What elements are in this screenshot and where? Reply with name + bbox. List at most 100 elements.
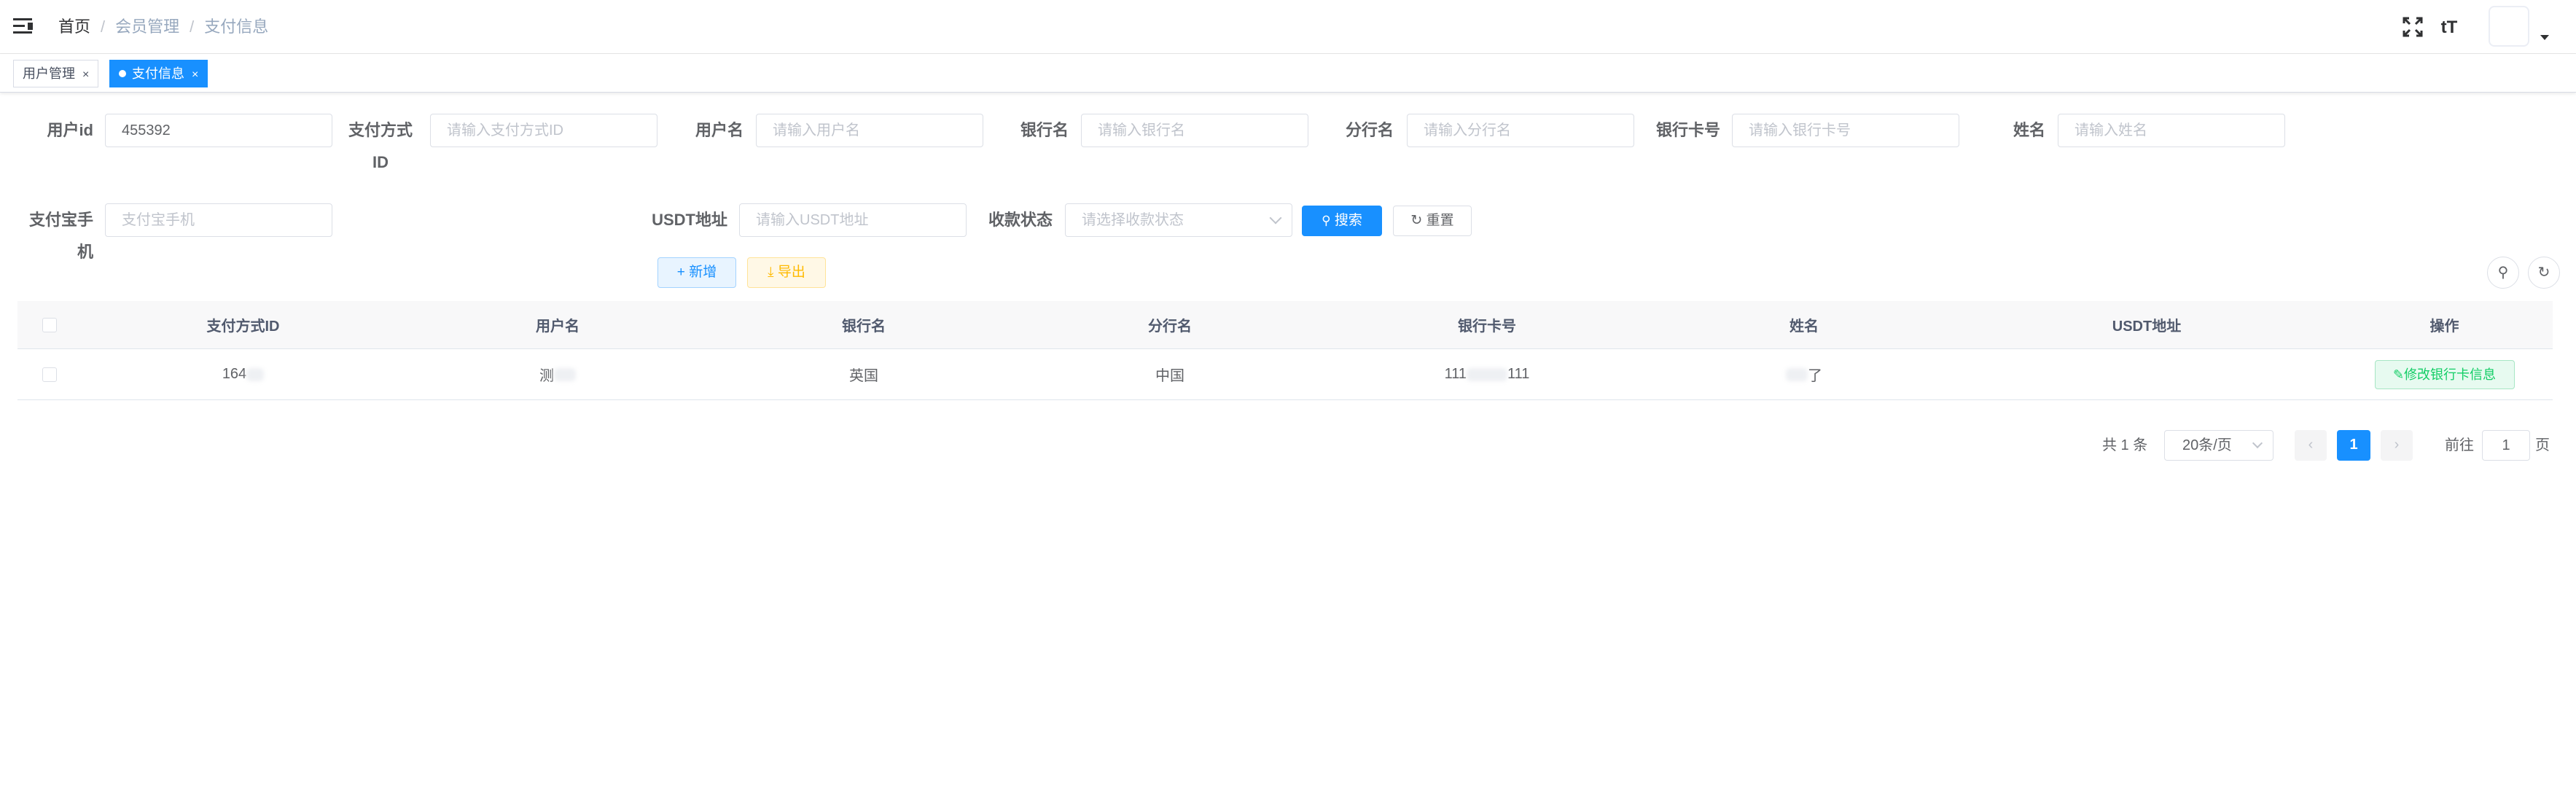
usdt-label: USDT地址	[652, 211, 727, 229]
page-number-1[interactable]: 1	[2337, 430, 2370, 461]
fullscreen-icon-graphic	[2403, 17, 2423, 37]
prev-page-button[interactable]: ‹	[2295, 430, 2327, 461]
cell-bank-card: 111 111	[1323, 349, 1651, 399]
tab-user-management[interactable]: 用户管理 ×	[13, 60, 99, 87]
search-button-label: 搜索	[1334, 213, 1362, 228]
refresh-icon: ↻	[1410, 213, 1423, 228]
alipay-label: 支付宝手 机	[15, 203, 93, 269]
pagination-total: 共 1 条	[2102, 437, 2148, 453]
chevron-down-icon	[1269, 211, 1282, 225]
font-size-icon-label: tT	[2440, 17, 2458, 37]
alipay-input[interactable]: 支付宝手机	[105, 203, 332, 237]
active-dot-icon	[119, 70, 126, 77]
tags-view: 用户管理 × 支付信息 ×	[0, 54, 2576, 93]
user-id-input[interactable]: 455392	[105, 114, 332, 147]
branch-name-input[interactable]: 请输入分行名	[1407, 114, 1634, 147]
plus-icon: +	[676, 265, 685, 280]
add-button[interactable]: + 新增	[657, 257, 736, 288]
real-name-value: 了	[1808, 368, 1822, 384]
bank-name-label: 银行名	[1020, 121, 1069, 139]
cell-action: ✎修改银行卡信息	[2336, 349, 2553, 399]
header-bank-card: 银行卡号	[1458, 319, 1516, 335]
pay-method-id-label-line1: 支付方式	[348, 121, 413, 139]
chevron-down-icon[interactable]	[2540, 35, 2549, 40]
username-input[interactable]: 请输入用户名	[756, 114, 983, 147]
row-checkbox-cell	[17, 349, 82, 399]
search-toggle-button[interactable]: ⚲	[2487, 257, 2519, 289]
select-all-checkbox[interactable]	[42, 317, 57, 332]
bank-name-input[interactable]: 请输入银行名	[1081, 114, 1308, 147]
page-size-select[interactable]: 20条/页	[2164, 430, 2273, 461]
breadcrumb-member-management[interactable]: 会员管理	[115, 17, 179, 36]
cell-real-name: 了	[1651, 349, 1957, 399]
navbar: 首页 / 会员管理 / 支付信息 tT	[0, 0, 2576, 54]
avatar[interactable]	[2489, 6, 2529, 47]
download-icon: ⤓	[768, 265, 774, 280]
fullscreen-icon[interactable]	[2401, 16, 2424, 39]
reset-button-label: 重置	[1426, 213, 1454, 228]
edit-bank-card-button[interactable]: ✎修改银行卡信息	[2374, 359, 2515, 389]
collect-status-placeholder: 请选择收款状态	[1082, 212, 1184, 228]
collect-status-label: 收款状态	[988, 211, 1053, 229]
redacted-mark	[554, 367, 576, 381]
next-page-button[interactable]: ›	[2381, 430, 2413, 461]
chevron-down-icon	[2252, 437, 2263, 449]
goto-suffix: 页	[2535, 437, 2550, 453]
export-button[interactable]: ⤓ 导出	[747, 257, 826, 288]
close-icon[interactable]: ×	[192, 69, 198, 81]
right-menu: tT	[2401, 6, 2554, 50]
search-button[interactable]: ⚲ 搜索	[1302, 206, 1382, 236]
pay-method-id-input[interactable]: 请输入支付方式ID	[430, 114, 657, 147]
redacted-mark	[1467, 367, 1507, 381]
row-checkbox[interactable]	[42, 367, 57, 382]
alipay-label-line2: 机	[77, 243, 93, 261]
goto-prefix: 前往	[2445, 437, 2474, 453]
bank-card-suffix: 111	[1507, 366, 1530, 382]
header-real-name: 姓名	[1789, 319, 1819, 335]
close-icon[interactable]: ×	[82, 69, 89, 81]
cell-username: 测	[405, 349, 711, 399]
header-branch-name: 分行名	[1148, 319, 1192, 335]
cell-bank-name: 英国	[849, 368, 878, 384]
edit-icon: ✎	[2392, 367, 2405, 382]
redacted-mark	[246, 367, 265, 381]
pay-method-id-value: 164	[222, 366, 247, 382]
user-id-label: 用户id	[47, 121, 93, 139]
header-bank-name: 银行名	[842, 319, 886, 335]
branch-name-label: 分行名	[1345, 121, 1394, 139]
table-row: 164 测 英国 中国 111 111 了 ✎修改银行卡信息	[17, 349, 2553, 400]
tab-payment-info[interactable]: 支付信息 ×	[109, 60, 208, 87]
add-button-label: 新增	[689, 265, 717, 280]
breadcrumb-payment-info: 支付信息	[204, 17, 269, 36]
cell-usdt	[1957, 349, 2336, 399]
tab-label: 用户管理	[23, 66, 75, 81]
font-size-icon[interactable]: tT	[2438, 16, 2461, 39]
hamburger-menu-icon[interactable]	[13, 16, 35, 36]
bank-card-prefix: 111	[1444, 366, 1467, 382]
export-button-label: 导出	[777, 265, 805, 280]
breadcrumb: 首页 / 会员管理 / 支付信息	[58, 16, 268, 38]
bank-card-input[interactable]: 请输入银行卡号	[1732, 114, 1959, 147]
usdt-input[interactable]: 请输入USDT地址	[739, 203, 967, 237]
cell-pay-method-id: 164	[82, 349, 405, 399]
search-icon: ⚲	[2497, 265, 2509, 281]
username-label: 用户名	[695, 121, 743, 139]
breadcrumb-home[interactable]: 首页	[58, 17, 90, 36]
header-action: 操作	[2429, 319, 2459, 335]
alipay-label-line1: 支付宝手	[28, 211, 93, 229]
header-username: 用户名	[536, 319, 579, 335]
redacted-mark	[1786, 367, 1808, 381]
page-size-value: 20条/页	[2182, 437, 2232, 453]
collect-status-select[interactable]: 请选择收款状态	[1065, 203, 1292, 237]
refresh-icon: ↻	[2537, 265, 2550, 281]
refresh-button[interactable]: ↻	[2528, 257, 2560, 289]
goto-page-input[interactable]: 1	[2482, 430, 2530, 461]
real-name-input[interactable]: 请输入姓名	[2058, 114, 2285, 147]
breadcrumb-separator: /	[190, 17, 195, 36]
real-name-label: 姓名	[2013, 121, 2045, 139]
header-usdt: USDT地址	[2112, 319, 2182, 335]
reset-button[interactable]: ↻ 重置	[1393, 206, 1472, 236]
cell-branch-name: 中国	[1155, 368, 1184, 384]
tab-label: 支付信息	[132, 66, 184, 81]
pay-method-id-label: 支付方式 ID	[343, 114, 418, 179]
